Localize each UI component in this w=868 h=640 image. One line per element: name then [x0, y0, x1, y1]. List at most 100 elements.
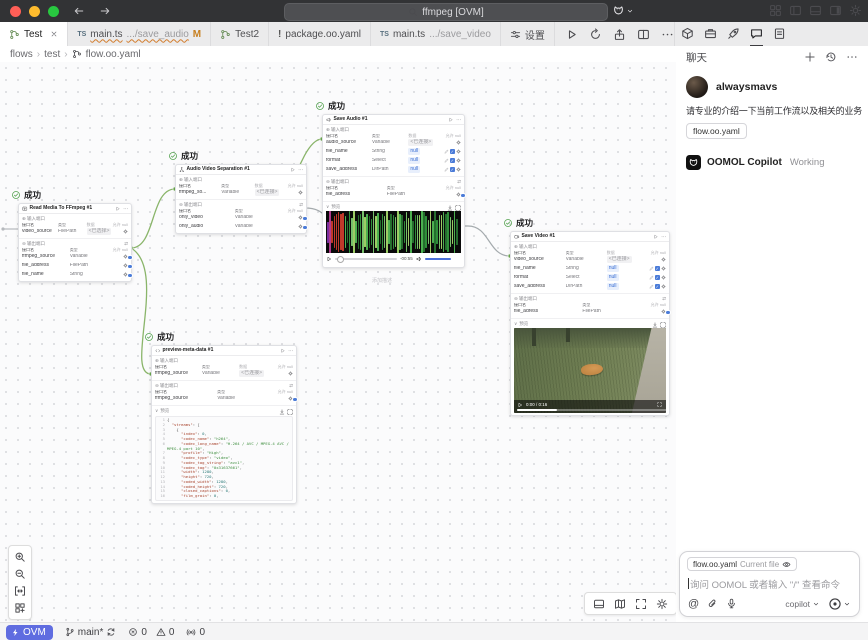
expand-icon[interactable]	[660, 322, 666, 328]
output-port-row[interactable]: ffmpeg_sourceVariable	[155, 394, 293, 403]
allow-null-checkbox[interactable]: ✓	[655, 266, 660, 271]
port-settings-icon[interactable]	[298, 190, 303, 195]
breadcrumb-item-flows[interactable]: flows	[10, 49, 33, 60]
json-preview[interactable]: 1{2 "streams": [3 {4 "index": 0,5 "codec…	[155, 416, 293, 501]
panel-right-icon[interactable]	[829, 4, 842, 17]
close-window-button[interactable]	[10, 6, 21, 17]
allow-null-checkbox[interactable]: ✓	[450, 149, 455, 154]
breadcrumb-item-test[interactable]: test	[44, 49, 60, 60]
export-icon[interactable]	[613, 28, 626, 41]
node-more-button[interactable]	[288, 348, 294, 354]
port-value[interactable]: null	[408, 148, 420, 155]
close-tab-icon[interactable]	[50, 30, 58, 38]
attach-icon[interactable]	[707, 598, 718, 609]
node-header[interactable]: Save Audio #1	[323, 115, 464, 125]
volume-icon[interactable]	[416, 256, 422, 262]
split-editor-icon[interactable]	[637, 28, 650, 41]
minimize-window-button[interactable]	[29, 6, 40, 17]
expand-icon[interactable]	[455, 205, 461, 211]
output-port-row[interactable]: file_addressFilePath	[22, 261, 128, 270]
port-value[interactable]: <已连接>	[255, 189, 280, 196]
current-file-chip[interactable]: flow.oo.yaml Current file	[687, 557, 797, 571]
remote-env-button[interactable]: OVM	[6, 625, 53, 640]
settings-icon[interactable]	[656, 598, 668, 610]
port-value[interactable]: null	[607, 283, 619, 290]
input-port-row[interactable]: formatSelectnull✓	[514, 273, 666, 282]
port-value[interactable]: null	[607, 265, 619, 272]
port-settings-icon[interactable]	[456, 167, 461, 172]
command-search-field[interactable]: ffmpeg [OVM]	[284, 3, 608, 21]
node-run-button[interactable]	[290, 167, 296, 173]
output-port-row[interactable]: file_adressFilePath	[326, 190, 461, 199]
flow-node-save-audio[interactable]: Save Audio #1⊕ 输入端口接口名类型数据允许 nullaudio_s…	[322, 114, 465, 268]
git-branch-item[interactable]: main*	[65, 627, 117, 638]
preview-caret[interactable]: ∨	[514, 322, 517, 327]
flow-node-save-video[interactable]: Save Video #1⊕ 输入端口接口名类型数据允许 nullvideo_s…	[510, 231, 670, 416]
rocket-icon[interactable]	[727, 22, 740, 47]
node-run-button[interactable]	[653, 234, 659, 240]
output-port-dot[interactable]	[302, 216, 308, 222]
toolbox-icon[interactable]	[704, 22, 717, 47]
tab-package-oo-yaml-3[interactable]: !package.oo.yaml	[269, 22, 371, 46]
node-run-button[interactable]	[448, 117, 454, 123]
chat-icon[interactable]	[750, 22, 763, 47]
download-icon[interactable]	[652, 322, 658, 328]
tab-test2-2[interactable]: Test2	[211, 22, 269, 46]
console-icon[interactable]	[593, 598, 605, 610]
input-port-row[interactable]: save_addressDirPathnull✓	[326, 165, 461, 174]
chat-composer[interactable]: flow.oo.yaml Current file 询问 OOMOL 或者输入 …	[679, 551, 860, 617]
input-port-row[interactable]: save_addressDirPathnull✓	[514, 282, 666, 291]
port-settings-icon[interactable]	[661, 284, 666, 289]
port-value[interactable]: <已连接>	[408, 139, 433, 146]
layout-grid-icon[interactable]	[14, 602, 26, 614]
new-chat-icon[interactable]	[804, 51, 816, 63]
output-port-row[interactable]: file_adressFilePath	[514, 307, 666, 316]
output-port-dot[interactable]	[460, 193, 466, 199]
port-settings-icon[interactable]	[661, 275, 666, 280]
port-settings-icon[interactable]	[123, 229, 128, 234]
output-port-dot[interactable]	[127, 255, 133, 261]
port-value[interactable]: <已选择>	[87, 228, 112, 235]
port-value[interactable]: null	[408, 166, 420, 173]
node-header[interactable]: Save Video #1	[511, 232, 669, 242]
flow-canvas[interactable]: 成功Read Media To FFmpeg #1⊕ 输入端口接口名类型数据允许…	[0, 62, 677, 622]
output-port-dot[interactable]	[127, 264, 133, 270]
fullscreen-icon[interactable]	[657, 402, 662, 407]
mic-icon[interactable]	[726, 598, 737, 609]
chat-input[interactable]: 询问 OOMOL 或者输入 "/" 查看命令	[680, 572, 859, 591]
port-settings-icon[interactable]	[288, 371, 293, 376]
seek-slider[interactable]	[335, 258, 397, 260]
port-value[interactable]: null	[607, 274, 619, 281]
minimap-icon[interactable]	[614, 598, 626, 610]
input-port-row[interactable]: video_sourceVariable<已连接>	[514, 255, 666, 264]
sync-icon[interactable]	[106, 627, 116, 637]
output-port-dot[interactable]	[127, 273, 133, 279]
download-icon[interactable]	[447, 205, 453, 211]
zoom-in-icon[interactable]	[14, 551, 26, 563]
video-preview[interactable]: 0:00 / 0:16⋮	[514, 328, 666, 413]
package-icon[interactable]	[681, 22, 694, 47]
fit-view-icon[interactable]	[14, 585, 26, 597]
output-port-row[interactable]: only_audioVariable	[179, 222, 303, 231]
apps-grid-icon[interactable]	[769, 4, 782, 17]
node-more-button[interactable]	[123, 206, 129, 212]
copilot-menu-button[interactable]	[612, 4, 634, 17]
node-header[interactable]: Audio Video Separation #1	[176, 165, 306, 175]
forward-icon[interactable]	[99, 5, 111, 17]
more-icon[interactable]	[846, 51, 858, 63]
send-button[interactable]	[828, 597, 851, 611]
more-icon[interactable]: ⋮	[665, 403, 667, 408]
message-attachment-chip[interactable]: flow.oo.yaml	[686, 123, 747, 139]
input-port-row[interactable]: video_sourceFilePath<已选择>	[22, 227, 128, 236]
input-port-row[interactable]: audio_sourceVariable<已连接>	[326, 138, 461, 147]
output-port-dot[interactable]	[292, 397, 298, 403]
video-progress[interactable]	[517, 409, 666, 411]
problems-item[interactable]: 0 0	[128, 627, 174, 638]
input-port-row[interactable]: file_nameStringnull✓	[326, 147, 461, 156]
port-settings-icon[interactable]	[661, 257, 666, 262]
expand-icon[interactable]	[287, 409, 293, 415]
volume-slider[interactable]	[425, 258, 451, 261]
allow-null-checkbox[interactable]: ✓	[450, 158, 455, 163]
fullscreen-icon[interactable]	[635, 598, 647, 610]
node-header[interactable]: preview-meta-data #1	[152, 346, 296, 356]
